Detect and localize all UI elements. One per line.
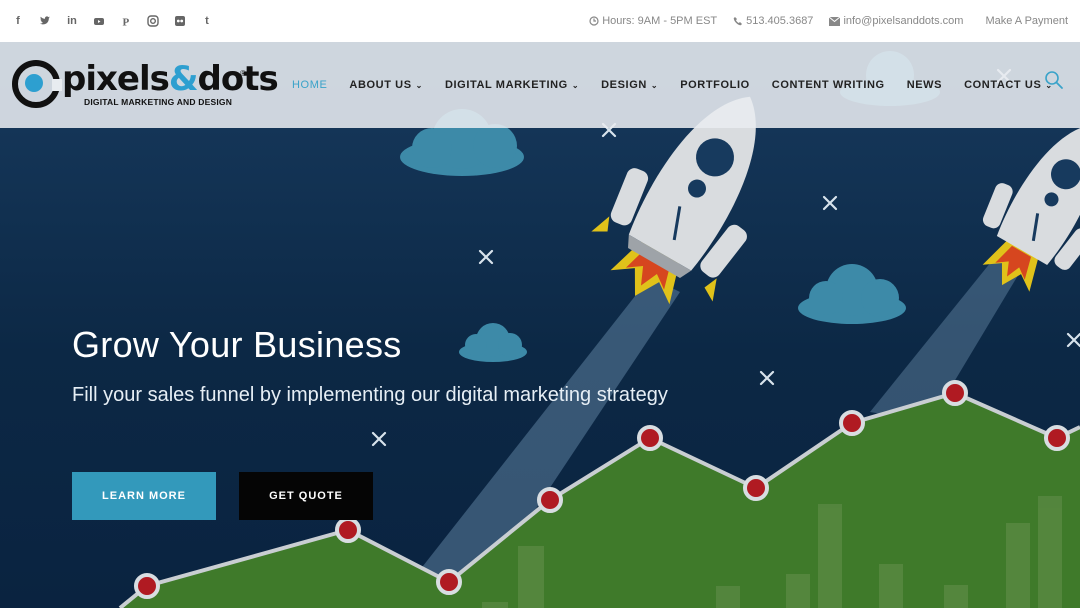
envelope-icon — [829, 16, 841, 26]
logo-wordmark: pixels&dots — [62, 59, 279, 99]
hero-subtitle: Fill your sales funnel by implementing o… — [72, 384, 668, 406]
chevron-down-icon: ⌄ — [650, 80, 659, 90]
nav-item-news[interactable]: NEWS — [907, 79, 942, 91]
linkedin-icon[interactable]: in — [66, 15, 78, 27]
make-payment-link[interactable]: Make A Payment — [985, 15, 1068, 27]
logo-registered: ® — [240, 69, 246, 78]
svg-text:P: P — [123, 17, 130, 28]
nav-item-digital-marketing[interactable]: DIGITAL MARKETING ⌄ — [445, 79, 579, 91]
nav-item-home[interactable]: HOME — [292, 79, 327, 91]
pinterest-icon[interactable]: P — [120, 15, 132, 28]
phone-icon — [733, 17, 743, 26]
nav-item-about-us[interactable]: ABOUT US ⌄ — [349, 79, 423, 91]
logo-mark — [12, 60, 62, 108]
instagram-icon[interactable] — [147, 15, 159, 27]
learn-more-button[interactable]: LEARN MORE — [72, 472, 216, 520]
nav-item-contact-us[interactable]: CONTACT US ⌄ — [964, 79, 1053, 91]
primary-menu: HOME ABOUT US ⌄ DIGITAL MARKETING ⌄ DESIGN… — [292, 42, 1075, 128]
email-info[interactable]: info@pixelsanddots.com — [829, 15, 963, 27]
rocket-icon — [982, 124, 1080, 292]
top-bar: f in P t Hours: 9AM - 5PM EST 513.405.36… — [0, 0, 1080, 42]
nav-item-design[interactable]: DESIGN ⌄ — [601, 79, 658, 91]
site-logo[interactable]: pixels&dots ® DIGITAL MARKETING AND DESI… — [12, 57, 279, 113]
social-links: f in P t — [12, 15, 213, 27]
main-navbar: pixels&dots ® DIGITAL MARKETING AND DESI… — [0, 42, 1080, 128]
phone-text: 513.405.3687 — [746, 15, 814, 27]
chevron-down-icon: ⌄ — [571, 80, 580, 90]
logo-tagline: DIGITAL MARKETING AND DESIGN — [84, 97, 233, 107]
search-icon[interactable] — [1044, 70, 1066, 92]
facebook-icon[interactable]: f — [12, 15, 24, 27]
email-text: info@pixelsanddots.com — [843, 15, 964, 27]
hours-info: Hours: 9AM - 5PM EST — [589, 15, 717, 27]
chevron-down-icon: ⌄ — [415, 80, 423, 90]
cloud-icon — [459, 323, 527, 362]
nav-item-portfolio[interactable]: PORTFOLIO — [680, 79, 750, 91]
clock-icon — [589, 16, 599, 26]
youtube-icon[interactable] — [93, 15, 105, 27]
get-quote-button[interactable]: GET QUOTE — [239, 472, 373, 520]
nav-item-content-writing[interactable]: CONTENT WRITING — [772, 79, 885, 91]
twitter-icon[interactable] — [39, 15, 51, 27]
hero-title: Grow Your Business — [72, 324, 402, 365]
cloud-icon — [798, 264, 906, 324]
contact-info: Hours: 9AM - 5PM EST 513.405.3687 info@p… — [589, 15, 1068, 27]
tumblr-icon[interactable]: t — [201, 15, 213, 27]
phone-info[interactable]: 513.405.3687 — [733, 15, 813, 27]
flickr-icon[interactable] — [174, 15, 186, 27]
hours-text: Hours: 9AM - 5PM EST — [602, 15, 718, 27]
